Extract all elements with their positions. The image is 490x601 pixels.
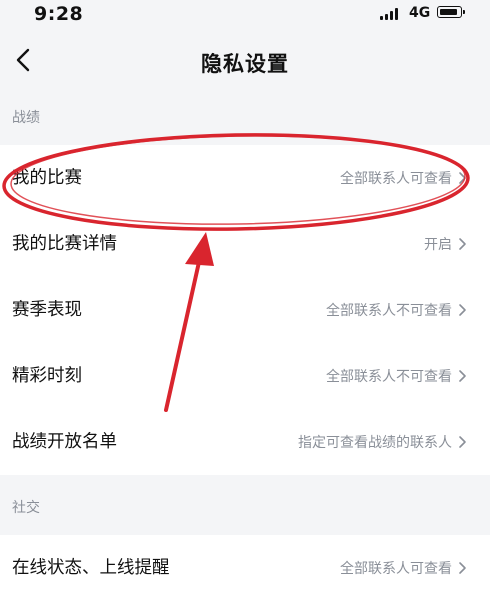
battery-icon	[437, 6, 465, 18]
row-label: 我的比赛	[12, 168, 82, 188]
row-value: 全部联系人不可查看	[326, 303, 452, 319]
section-header-record: 战绩	[12, 110, 40, 126]
status-bar: 9:28 4G	[0, 0, 490, 30]
row-label: 精彩时刻	[12, 366, 82, 386]
row-season-performance[interactable]: 赛季表现 全部联系人不可查看	[0, 277, 490, 343]
chevron-right-icon	[459, 562, 466, 574]
row-my-matches[interactable]: 我的比赛 全部联系人可查看	[0, 145, 490, 211]
row-value: 指定可查看战绩的联系人	[298, 435, 452, 451]
row-value: 全部联系人可查看	[340, 561, 452, 577]
row-value: 全部联系人可查看	[340, 171, 452, 187]
nav-bar: 隐私设置	[0, 30, 490, 94]
row-label: 战绩开放名单	[12, 432, 117, 452]
row-label: 赛季表现	[12, 300, 82, 320]
row-online-status[interactable]: 在线状态、上线提醒 全部联系人可查看	[0, 535, 490, 601]
row-value: 开启	[424, 237, 452, 253]
chevron-right-icon	[459, 172, 466, 184]
status-time: 9:28	[34, 3, 84, 25]
section-header-social: 社交	[12, 500, 40, 516]
row-value: 全部联系人不可查看	[326, 369, 452, 385]
chevron-right-icon	[459, 436, 466, 448]
page-title: 隐私设置	[201, 52, 289, 76]
row-my-match-details[interactable]: 我的比赛详情 开启	[0, 211, 490, 277]
chevron-right-icon	[459, 238, 466, 250]
row-label: 在线状态、上线提醒	[12, 558, 170, 578]
row-record-open-list[interactable]: 战绩开放名单 指定可查看战绩的联系人	[0, 409, 490, 475]
signal-icon	[380, 8, 398, 20]
network-type: 4G	[409, 5, 431, 21]
row-highlights[interactable]: 精彩时刻 全部联系人不可查看	[0, 343, 490, 409]
chevron-right-icon	[459, 370, 466, 382]
row-label: 我的比赛详情	[12, 234, 117, 254]
chevron-right-icon	[459, 304, 466, 316]
